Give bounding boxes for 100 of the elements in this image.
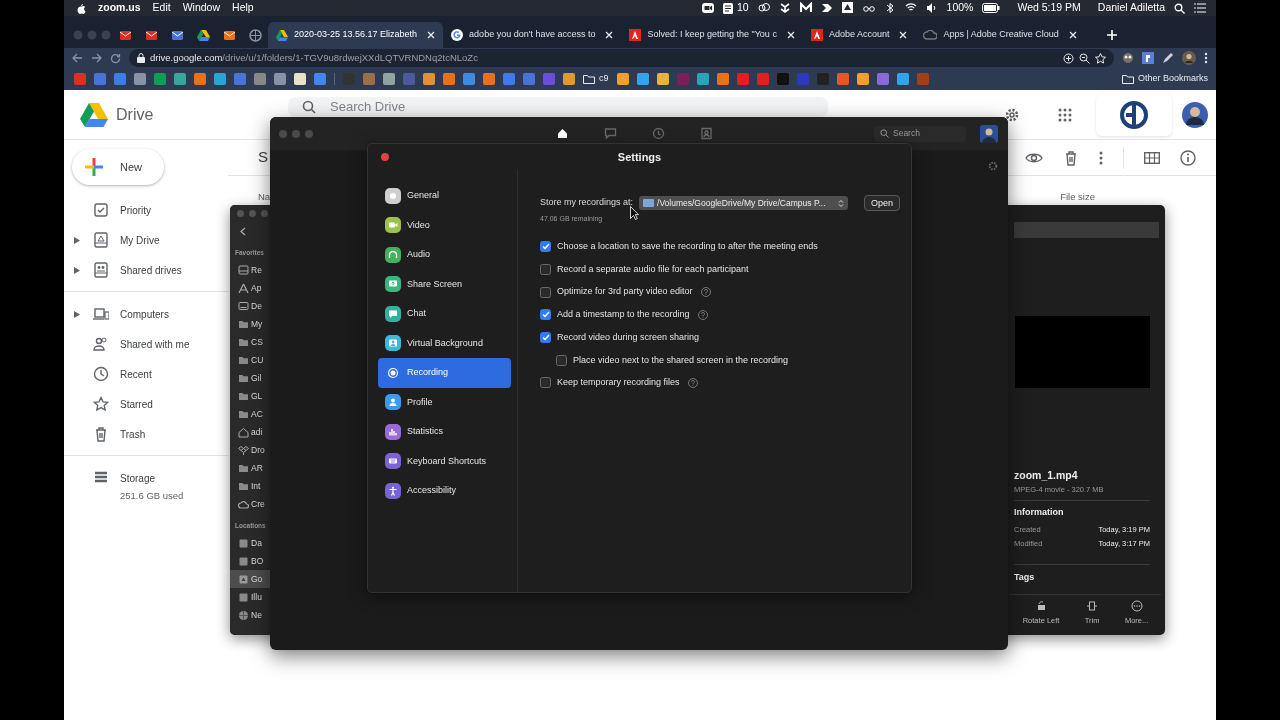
browser-tab[interactable]: Solved: I keep getting the "You c <box>621 22 803 48</box>
sidebar-item[interactable]: Starred <box>64 389 228 419</box>
finder-sidebar-item[interactable]: Gil <box>230 369 270 387</box>
trash-icon[interactable] <box>1063 149 1079 166</box>
checkbox[interactable] <box>556 354 567 366</box>
browser-tab[interactable]: Apps | Adobe Creative Cloud <box>915 22 1085 48</box>
settings-nav-item[interactable]: Statistics <box>378 417 511 447</box>
bookmark-icon[interactable] <box>443 73 455 85</box>
finder-sidebar-item[interactable]: Ne <box>230 606 270 624</box>
finder-sidebar-item[interactable]: Int <box>230 477 270 495</box>
info-icon[interactable] <box>1180 149 1196 166</box>
bookmark-folder[interactable]: c9 <box>599 72 609 86</box>
avatar-icon[interactable] <box>1182 51 1196 65</box>
preview-icon[interactable] <box>1025 151 1043 164</box>
sidebar-item[interactable]: Shared drives <box>64 255 228 285</box>
finder-sidebar-item[interactable]: De <box>230 297 270 315</box>
apps-icon[interactable] <box>1058 107 1072 122</box>
drive-icon[interactable] <box>841 2 854 14</box>
bookmark-icon[interactable] <box>716 73 729 85</box>
chat-icon[interactable] <box>604 127 617 140</box>
bookmark-icon[interactable] <box>896 73 909 85</box>
back-icon[interactable] <box>240 226 246 236</box>
bookmark-icon[interactable] <box>736 73 749 85</box>
video-icon[interactable] <box>701 3 714 13</box>
notification-count[interactable]: 10 <box>736 0 749 16</box>
finder-sidebar-item[interactable]: CS <box>230 333 270 351</box>
bookmark-folder[interactable]: Other Bookmarks <box>1137 72 1208 86</box>
back-icon[interactable] <box>72 53 83 63</box>
zoom-out-icon[interactable] <box>1079 52 1090 64</box>
close-icon[interactable] <box>786 31 795 39</box>
forward-icon[interactable] <box>91 53 102 63</box>
avatar-icon[interactable] <box>1182 101 1208 128</box>
m-letter-icon[interactable] <box>799 2 812 14</box>
checkbox[interactable] <box>540 332 551 344</box>
star-icon[interactable] <box>1095 52 1106 64</box>
bookmark-icon[interactable] <box>756 73 769 85</box>
bookmark-icon[interactable] <box>876 73 889 85</box>
checkbox[interactable] <box>540 309 551 321</box>
reload-icon[interactable] <box>110 52 121 64</box>
option-label[interactable]: Keep temporary recording files <box>557 376 680 390</box>
cloud-icon[interactable] <box>757 2 770 14</box>
bookmark-icon[interactable] <box>194 73 206 85</box>
bookmark-icon[interactable] <box>636 73 649 85</box>
bookmark-icon[interactable] <box>294 73 306 85</box>
avatar-icon[interactable] <box>980 124 998 143</box>
column-header[interactable]: File size <box>1060 189 1095 205</box>
expand-arrow-icon[interactable] <box>74 266 80 274</box>
close-icon[interactable] <box>899 31 908 39</box>
settings-nav-item[interactable]: General <box>378 181 511 211</box>
organization-logo-icon[interactable] <box>1120 100 1148 129</box>
path-select[interactable]: /Volumes/GoogleDrive/My Drive/Campus P... <box>639 196 849 210</box>
sidebar-item[interactable]: Recent <box>64 359 228 389</box>
finder-sidebar-item[interactable]: Illu <box>230 588 270 606</box>
bookmark-icon[interactable] <box>483 73 495 85</box>
settings-nav-item[interactable]: Accessibility <box>378 476 511 506</box>
finder-sidebar-item[interactable]: AC <box>230 405 270 423</box>
expand-arrow-icon[interactable] <box>74 310 80 318</box>
settings-nav-item[interactable]: Video <box>378 210 511 240</box>
checkbox[interactable] <box>540 286 551 298</box>
sidebar-item[interactable]: Computers <box>64 299 228 329</box>
apple-icon[interactable] <box>76 2 86 14</box>
bookmark-icon[interactable] <box>856 73 869 85</box>
close-icon[interactable] <box>605 31 614 39</box>
option-label[interactable]: Choose a location to save the recording to after the meeting ends <box>557 240 818 254</box>
address-bar[interactable]: drive.google.com/drive/u/1/folders/1-TGV9u8rdwejXXdLQTVRNDNq2tcNLoZc <box>129 49 1114 67</box>
window-controls-icon[interactable] <box>237 210 271 217</box>
more-icon[interactable] <box>1099 150 1103 165</box>
browser-tab[interactable]: 2020-03-25 13.56.17 Elizabeth <box>268 22 444 48</box>
settings-nav-item[interactable]: Profile <box>378 387 511 417</box>
bookmark-icon[interactable] <box>383 73 395 85</box>
option-label[interactable]: Optimize for 3rd party video editor <box>557 285 693 299</box>
sidebar-item[interactable]: My Drive <box>64 225 228 255</box>
battery-icon[interactable] <box>982 3 1001 13</box>
close-icon[interactable] <box>1068 31 1077 39</box>
option-label[interactable]: Record video during screen sharing <box>557 330 700 345</box>
new-button[interactable]: New <box>72 149 164 185</box>
menu-item[interactable]: Window <box>182 0 221 16</box>
new-tab-icon[interactable] <box>1106 30 1117 40</box>
finder-sidebar-item[interactable]: Da <box>230 534 270 552</box>
sidebar-item[interactable]: Trash <box>64 419 228 449</box>
bookmark-icon[interactable] <box>656 73 669 85</box>
menu-item[interactable]: Edit <box>152 0 171 16</box>
checkbox[interactable] <box>540 377 551 389</box>
sidebar-item[interactable]: Priority <box>64 195 228 225</box>
column-header[interactable]: Na <box>258 189 271 205</box>
settings-nav-item[interactable]: Recording <box>378 358 511 388</box>
finder-sidebar-item[interactable]: adi <box>230 423 270 441</box>
settings-nav-item[interactable]: Virtual Background <box>378 328 511 358</box>
finder-sidebar-item[interactable]: Cre <box>230 495 270 513</box>
browser-tab[interactable]: Adobe Account <box>802 22 916 48</box>
checkbox[interactable] <box>540 241 551 253</box>
bookmark-icon[interactable] <box>696 73 709 85</box>
close-icon[interactable] <box>427 31 436 39</box>
globe-icon[interactable] <box>248 28 262 42</box>
finder-sidebar-item[interactable]: My <box>230 315 270 333</box>
p-square-icon[interactable] <box>1142 52 1154 64</box>
finder-sidebar-item[interactable]: Ap <box>230 279 270 297</box>
home-icon[interactable] <box>556 127 569 140</box>
browser-tab[interactable]: adobe you don't have access to <box>443 22 622 48</box>
more-icon[interactable] <box>1204 52 1208 64</box>
